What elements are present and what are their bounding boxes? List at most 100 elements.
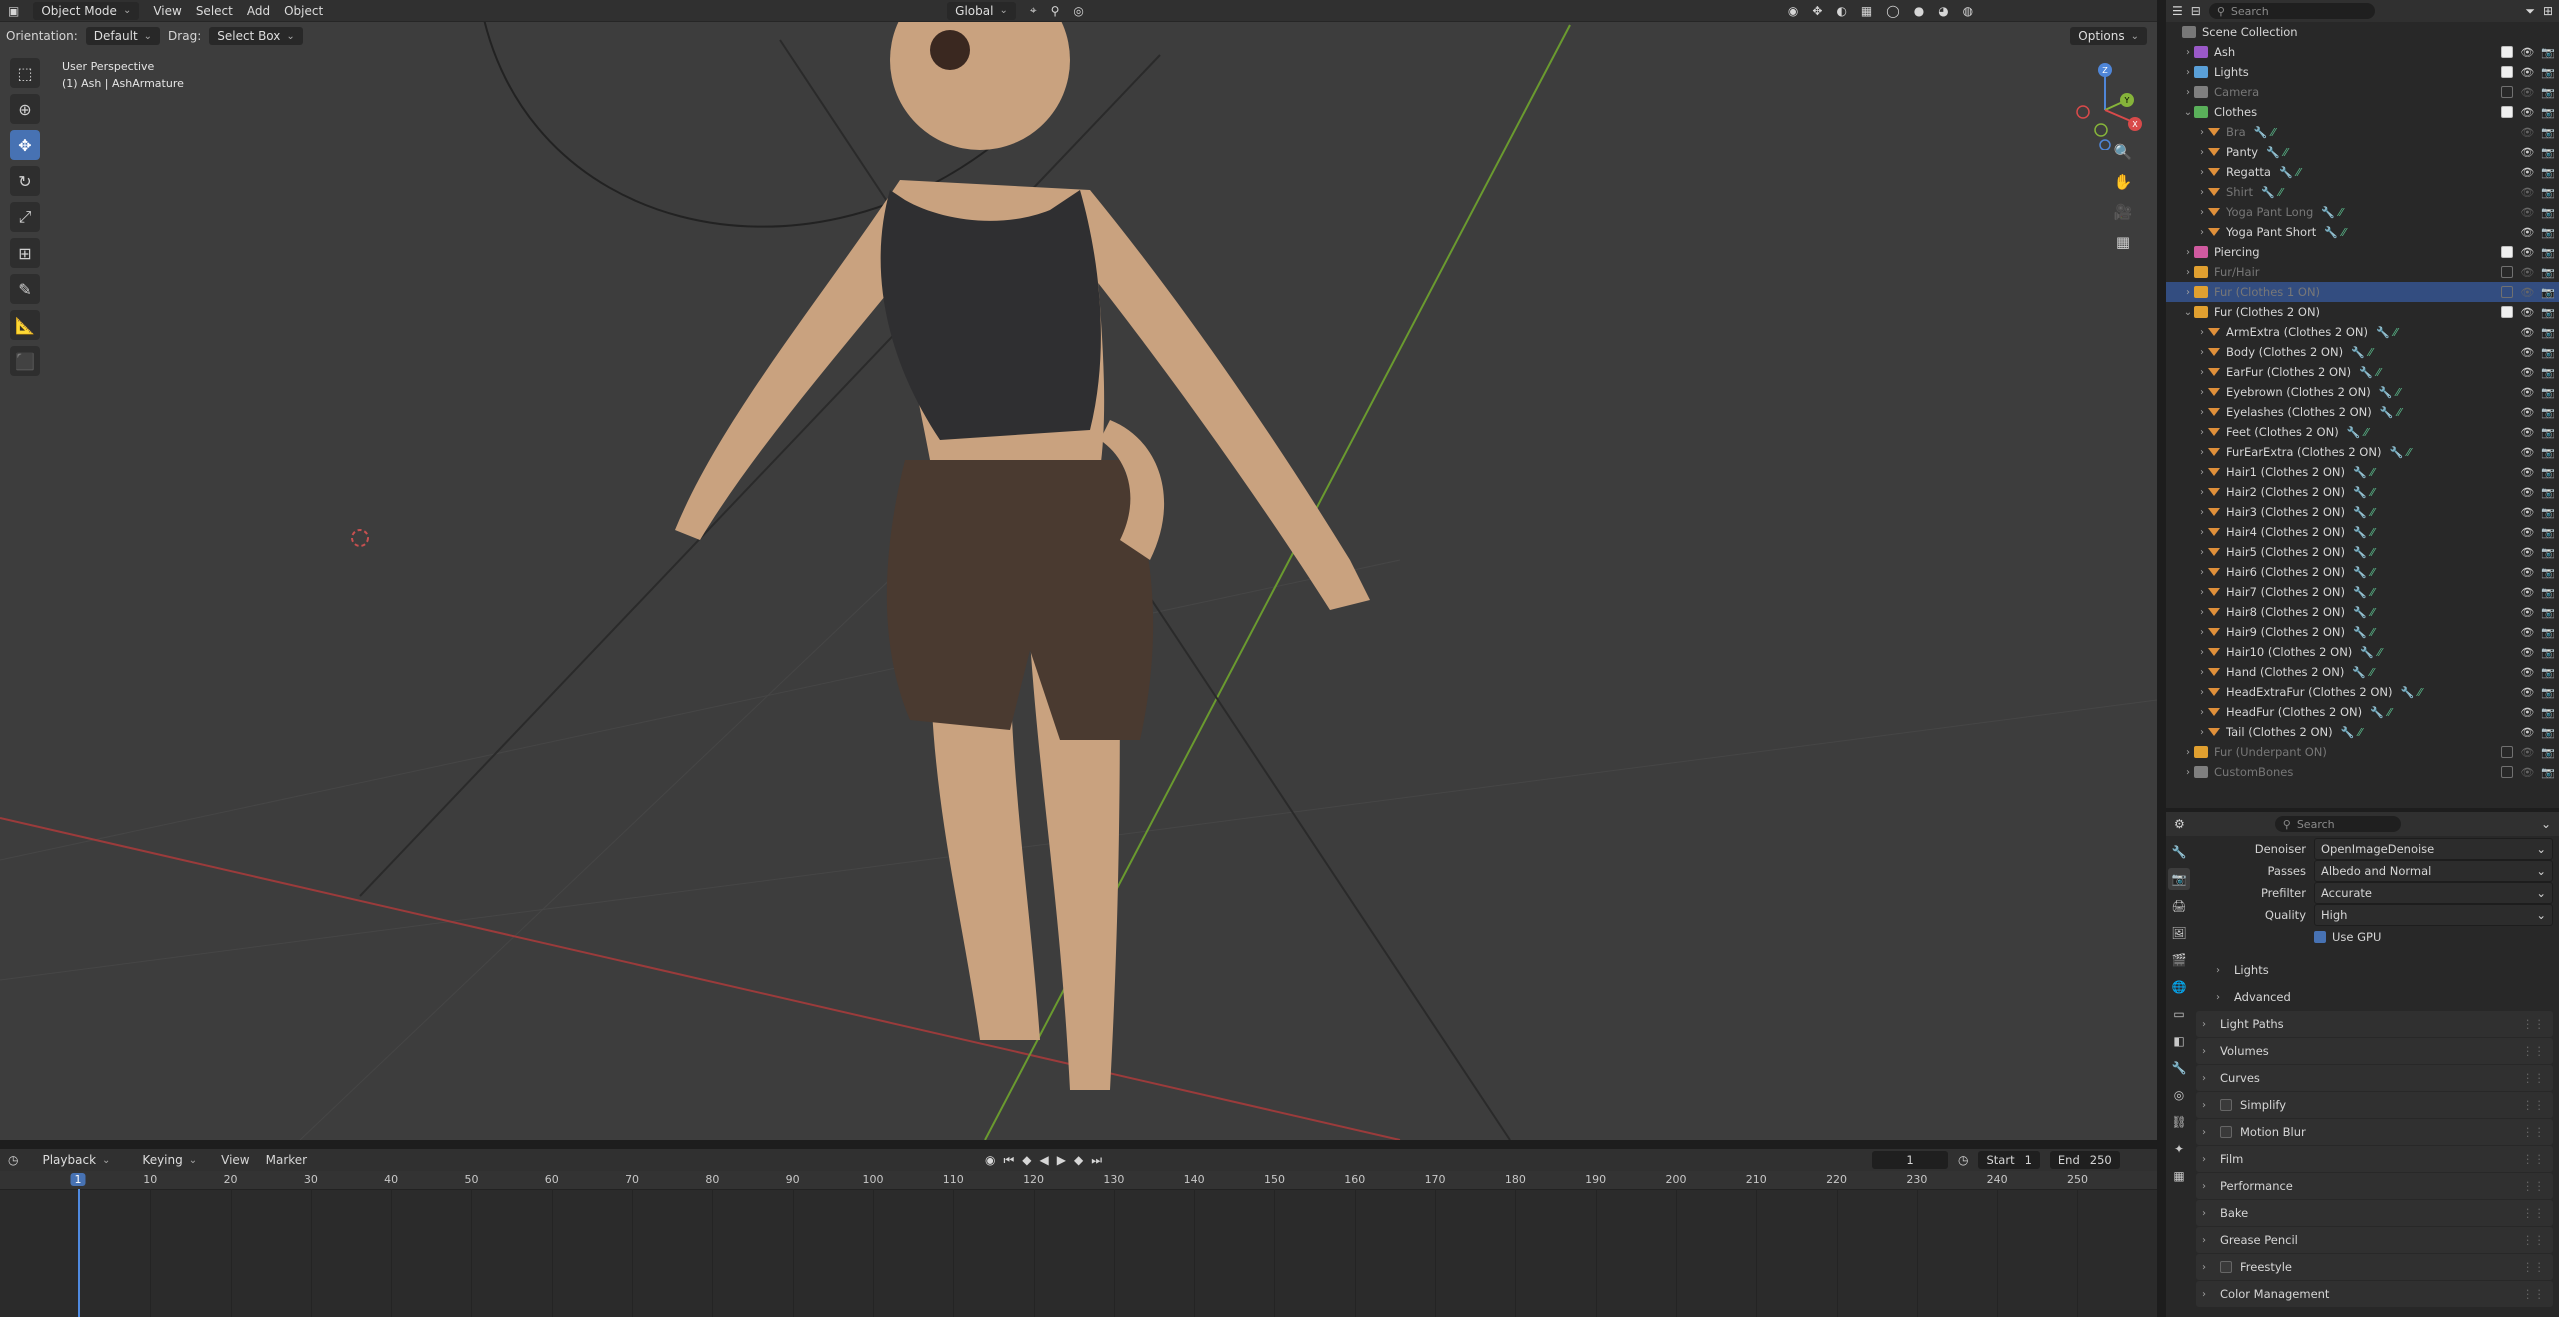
camera-icon[interactable]: 📷 <box>2541 406 2555 419</box>
eye-icon[interactable]: 👁 <box>2520 626 2534 639</box>
new-collection-icon[interactable]: ⊞ <box>2543 4 2553 18</box>
eye-icon[interactable]: 👁 <box>2520 726 2534 739</box>
panel-header[interactable]: › Color Management ⋮⋮ <box>2196 1281 2553 1307</box>
camera-icon[interactable]: 📷 <box>2541 386 2555 399</box>
scene-tab-icon[interactable]: 🎬 <box>2168 949 2190 971</box>
chevron-right-icon[interactable]: › <box>2182 747 2194 758</box>
outliner-row[interactable]: › Fur/Hair 👁 📷 <box>2166 262 2559 282</box>
camera-icon[interactable]: 📷 <box>2541 186 2555 199</box>
current-frame-field[interactable]: 1 <box>1872 1151 1948 1169</box>
panel-header[interactable]: › Curves ⋮⋮ <box>2196 1065 2553 1091</box>
eye-icon[interactable]: 👁 <box>2520 526 2534 539</box>
camera-icon[interactable]: 📷 <box>2541 306 2555 319</box>
chevron-right-icon[interactable]: › <box>2196 727 2208 738</box>
chevron-right-icon[interactable]: › <box>2182 47 2194 58</box>
camera-icon[interactable]: 📷 <box>2541 566 2555 579</box>
chevron-right-icon[interactable]: › <box>2196 387 2208 398</box>
passes-dropdown[interactable]: Albedo and Normal ⌄ <box>2314 860 2553 882</box>
drag-handle-icon[interactable]: ⋮⋮ <box>2522 1206 2545 1220</box>
playback-menu[interactable]: Playback <box>34 1151 118 1169</box>
eye-icon[interactable]: 👁 <box>2520 286 2534 299</box>
outliner-row[interactable]: › CustomBones 👁 📷 <box>2166 762 2559 782</box>
display-mode-icon[interactable]: ⊟ <box>2191 4 2201 18</box>
outliner-row[interactable]: › Camera 👁 📷 <box>2166 82 2559 102</box>
eye-icon[interactable]: 👁 <box>2520 586 2534 599</box>
outliner-row[interactable]: › HeadFur (Clothes 2 ON) 🔧 ⁄⁄ 👁 📷 <box>2166 702 2559 722</box>
outliner-row[interactable]: › Feet (Clothes 2 ON) 🔧 ⁄⁄ 👁 📷 <box>2166 422 2559 442</box>
outliner-row[interactable]: › Bra 🔧 ⁄⁄ 👁 📷 <box>2166 122 2559 142</box>
chevron-right-icon[interactable]: › <box>2182 767 2194 778</box>
menu-object[interactable]: Object <box>284 4 323 18</box>
render-tab-icon[interactable]: 📷 <box>2168 868 2190 890</box>
outliner-row[interactable]: › Hair9 (Clothes 2 ON) 🔧 ⁄⁄ 👁 📷 <box>2166 622 2559 642</box>
eye-icon[interactable]: 👁 <box>2520 606 2534 619</box>
camera-icon[interactable]: 📷 <box>2541 766 2555 779</box>
menu-view[interactable]: View <box>153 4 181 18</box>
chevron-right-icon[interactable]: › <box>2182 67 2194 78</box>
camera-icon[interactable]: 📷 <box>2541 246 2555 259</box>
camera-icon[interactable]: 📷 <box>2541 206 2555 219</box>
end-frame-field[interactable]: End 250 <box>2049 1151 2120 1169</box>
chevron-right-icon[interactable]: › <box>2196 167 2208 178</box>
panel-header[interactable]: › Film ⋮⋮ <box>2196 1146 2553 1172</box>
outliner-row[interactable]: › Ash 👁 📷 <box>2166 42 2559 62</box>
eye-icon[interactable]: 👁 <box>2520 446 2534 459</box>
mode-dropdown[interactable]: Object Mode <box>33 1 140 20</box>
outliner-row[interactable]: › Piercing 👁 📷 <box>2166 242 2559 262</box>
chevron-right-icon[interactable]: › <box>2196 227 2208 238</box>
outliner-row[interactable]: › Eyebrown (Clothes 2 ON) 🔧 ⁄⁄ 👁 📷 <box>2166 382 2559 402</box>
view-menu[interactable]: View <box>221 1153 249 1167</box>
camera-icon[interactable]: 📷 <box>2541 666 2555 679</box>
eye-icon[interactable]: 👁 <box>2520 686 2534 699</box>
eye-icon[interactable]: 👁 <box>2520 86 2534 99</box>
timeline-editor-icon[interactable]: ◷ <box>8 1153 18 1167</box>
outliner-row[interactable]: › Hair6 (Clothes 2 ON) 🔧 ⁄⁄ 👁 📷 <box>2166 562 2559 582</box>
eye-icon[interactable]: 👁 <box>2520 366 2534 379</box>
outliner-row[interactable]: › Yoga Pant Short 🔧 ⁄⁄ 👁 📷 <box>2166 222 2559 242</box>
chevron-right-icon[interactable]: › <box>2196 607 2208 618</box>
chevron-right-icon[interactable]: › <box>2196 427 2208 438</box>
camera-icon[interactable]: 📷 <box>2541 46 2555 59</box>
measure-tool-icon[interactable]: 📐 <box>10 310 40 340</box>
playhead-frame-label[interactable]: 1 <box>70 1173 86 1186</box>
eye-icon[interactable]: 👁 <box>2520 166 2534 179</box>
chevron-right-icon[interactable]: › <box>2182 287 2194 298</box>
prefilter-dropdown[interactable]: Accurate ⌄ <box>2314 882 2553 904</box>
chevron-right-icon[interactable]: › <box>2182 247 2194 258</box>
world-tab-icon[interactable]: 🌐 <box>2168 976 2190 998</box>
eye-icon[interactable]: 👁 <box>2520 346 2534 359</box>
menu-add[interactable]: Add <box>247 4 270 18</box>
eye-icon[interactable]: 👁 <box>2520 326 2534 339</box>
camera-icon[interactable]: 📷 <box>2541 706 2555 719</box>
modifier-tab-icon[interactable]: 🔧 <box>2168 1057 2190 1079</box>
panel-enable-checkbox[interactable] <box>2220 1099 2232 1111</box>
keying-menu[interactable]: Keying <box>134 1151 205 1169</box>
camera-icon[interactable]: 📷 <box>2541 726 2555 739</box>
shading-wire-icon[interactable]: ◯ <box>1886 4 1899 18</box>
drag-handle-icon[interactable]: ⋮⋮ <box>2522 1071 2545 1085</box>
xray-icon[interactable]: ▦ <box>1861 4 1872 18</box>
start-frame-field[interactable]: Start 1 <box>1978 1151 2040 1169</box>
timeline-body[interactable] <box>0 1189 2157 1317</box>
exclude-checkbox[interactable] <box>2501 745 2514 758</box>
outliner-row[interactable]: › Hair7 (Clothes 2 ON) 🔧 ⁄⁄ 👁 📷 <box>2166 582 2559 602</box>
collection-tab-icon[interactable]: ▭ <box>2168 1003 2190 1025</box>
eye-icon[interactable]: 👁 <box>2520 46 2534 59</box>
eye-icon[interactable]: 👁 <box>2520 486 2534 499</box>
shading-material-icon[interactable]: ◕ <box>1938 4 1948 18</box>
tool-tab-icon[interactable]: 🔧 <box>2168 841 2190 863</box>
eye-icon[interactable]: 👁 <box>2520 426 2534 439</box>
transform-orientation-dropdown[interactable]: Global <box>947 1 1016 20</box>
drag-handle-icon[interactable]: ⋮⋮ <box>2522 1152 2545 1166</box>
exclude-checkbox[interactable] <box>2501 265 2514 278</box>
chevron-right-icon[interactable]: › <box>2196 327 2208 338</box>
chevron-right-icon[interactable]: › <box>2196 487 2208 498</box>
exclude-checkbox[interactable] <box>2501 65 2514 78</box>
outliner-row[interactable]: › Hair5 (Clothes 2 ON) 🔧 ⁄⁄ 👁 📷 <box>2166 542 2559 562</box>
3d-viewport[interactable]: ▣ Object Mode View Select Add Object Glo… <box>0 0 2157 1140</box>
properties-editor-icon[interactable]: ⚙ <box>2174 817 2185 831</box>
outliner-row[interactable]: › Fur (Clothes 1 ON) 👁 📷 <box>2166 282 2559 302</box>
outliner-row[interactable]: › Hand (Clothes 2 ON) 🔧 ⁄⁄ 👁 📷 <box>2166 662 2559 682</box>
camera-icon[interactable]: 📷 <box>2541 126 2555 139</box>
outliner-row[interactable]: › Fur (Underpant ON) 👁 📷 <box>2166 742 2559 762</box>
